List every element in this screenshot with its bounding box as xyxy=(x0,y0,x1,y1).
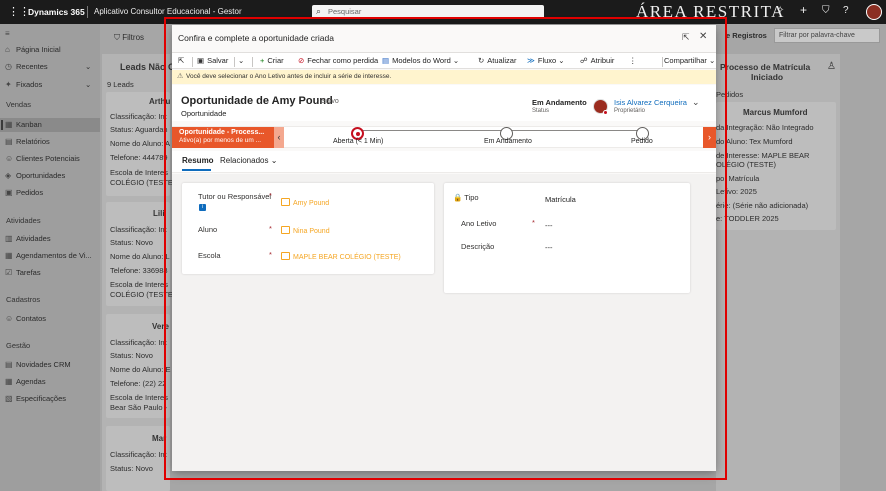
sidebar-item-agendas[interactable]: ▦ Agendas xyxy=(5,376,46,388)
card-line: de Interesse: MAPLE BEAR xyxy=(716,151,810,160)
section-title-vendas: Vendas xyxy=(6,100,32,109)
plus-icon[interactable]: + xyxy=(800,3,807,17)
sidebar-item-orders[interactable]: ▣ Pedidos xyxy=(5,187,43,199)
person-icon: ☺ xyxy=(5,154,14,163)
column-title: Processo de Matrícula xyxy=(720,62,811,72)
document-icon: ▧ xyxy=(5,394,13,403)
sidebar-item-leads[interactable]: ☺ Clientes Potenciais xyxy=(5,153,80,165)
person-icon[interactable]: ♙ xyxy=(827,61,836,72)
keyword-filter-input[interactable]: Filtrar por palavra-chave xyxy=(774,28,880,43)
app-launcher-icon[interactable]: ⋮⋮ xyxy=(8,6,30,18)
calendar-icon: ▦ xyxy=(5,377,13,386)
card-line: Bear São Paulo - xyxy=(110,403,168,412)
card-line: Nome do Aluno: E xyxy=(110,365,171,374)
sidebar-item-contacts[interactable]: ☺ Contatos xyxy=(5,313,46,325)
cart-icon: ▣ xyxy=(5,188,13,197)
card-line: Escola de Interes xyxy=(110,393,168,402)
clock-icon: ◷ xyxy=(5,62,12,71)
column-title-line2: Iniciado xyxy=(751,72,784,82)
card-line: Telefone: 336988 xyxy=(110,266,168,275)
sidebar-item-reports[interactable]: ▤ Relatórios xyxy=(5,136,50,148)
card-line: Telefone: 444789 xyxy=(110,153,168,162)
activity-icon: ▥ xyxy=(5,234,13,243)
sidebar-item-visits[interactable]: ▦ Agendamentos de Vi... xyxy=(5,250,92,262)
card-line: da Integração: Não Integrado xyxy=(716,123,814,132)
filters-button[interactable]: ⛉ Filtros xyxy=(114,33,144,43)
sidebar-item-activities[interactable]: ▥ Atividades xyxy=(5,233,51,245)
user-avatar[interactable] xyxy=(866,4,882,20)
home-icon: ⌂ xyxy=(5,45,10,54)
pin-icon: ✦ xyxy=(5,80,12,89)
search-icon: ⌕ xyxy=(316,6,322,16)
chevron-down-icon: ⌄ xyxy=(85,80,92,89)
card-line: Nome do Aluno: A xyxy=(110,139,171,148)
sidebar-item-home[interactable]: ⌂ Página Inicial xyxy=(5,44,61,56)
card-line: Escola de Interes xyxy=(110,168,168,177)
highlight-frame xyxy=(164,17,727,480)
card-line: Classificação: Int xyxy=(110,225,167,234)
news-icon: ▤ xyxy=(5,360,13,369)
opportunity-icon: ◈ xyxy=(5,171,12,180)
chevron-down-icon: ⌄ xyxy=(85,62,92,71)
selected-indicator xyxy=(1,120,3,130)
report-icon: ▤ xyxy=(5,137,13,146)
card-line: Status: Novo xyxy=(110,351,153,360)
records-link[interactable]: e Registros xyxy=(726,31,767,40)
kanban-icon: ▦ xyxy=(5,120,13,129)
card-line: Nome do Aluno: L xyxy=(110,252,170,261)
card-line: Escola de Interes xyxy=(110,280,168,289)
sidebar-item-news[interactable]: ▤ Novidades CRM xyxy=(5,359,71,371)
lightbulb-icon[interactable]: ✧ xyxy=(776,5,784,16)
brand-name[interactable]: Dynamics 365 xyxy=(28,7,85,17)
task-icon: ☑ xyxy=(5,268,13,277)
card-line: Status: Novo xyxy=(110,464,153,473)
card-line: Classificação: Int xyxy=(110,338,167,347)
card-line: Classificação: Int xyxy=(110,112,167,121)
sidebar-item-specs[interactable]: ▧ Especificações xyxy=(5,393,66,405)
app-name[interactable]: Aplicativo Consultor Educacional - Gesto… xyxy=(94,7,242,16)
calendar-icon: ▦ xyxy=(5,251,13,260)
sidebar-item-kanban[interactable]: ▦ Kanban xyxy=(5,119,42,131)
section-title-cadastros: Cadastros xyxy=(6,295,41,304)
search-placeholder: Pesquisar xyxy=(328,7,362,16)
divider xyxy=(87,6,88,18)
section-title-atividades: Atividades xyxy=(6,216,41,225)
help-icon[interactable]: ? xyxy=(843,5,849,16)
contact-icon: ☺ xyxy=(5,314,14,323)
card-line: Telefone: (22) 22 xyxy=(110,379,167,388)
sidebar-item-tasks[interactable]: ☑ Tarefas xyxy=(5,267,41,279)
sidebar-item-opportunities[interactable]: ◈ Oportunidades xyxy=(5,170,65,182)
hamburger-icon[interactable]: ≡ xyxy=(5,28,16,40)
card-name: Lili xyxy=(153,209,165,218)
card-line: Classificação: Int xyxy=(110,450,167,459)
card-line: do Aluno: Tex Mumford xyxy=(716,137,793,146)
card-name: Marcus Mumford xyxy=(743,108,808,117)
card-line: érie: (Série não adicionada) xyxy=(716,201,809,210)
filter-icon[interactable]: ⛉ xyxy=(822,5,830,16)
section-title-gestao: Gestão xyxy=(6,341,31,350)
column-count: 9 Leads xyxy=(107,80,134,89)
card-line: Status: Aguardan xyxy=(110,125,168,134)
sidebar-item-recent[interactable]: ◷ Recentes ⌄ xyxy=(5,61,91,73)
sidebar-item-pinned[interactable]: ✦ Fixados ⌄ xyxy=(5,79,91,91)
sidebar: ≡ ⌂ Página Inicial ◷ Recentes ⌄ ✦ Fixados ⌄ V… xyxy=(0,24,100,491)
card-line: Status: Novo xyxy=(110,238,153,247)
